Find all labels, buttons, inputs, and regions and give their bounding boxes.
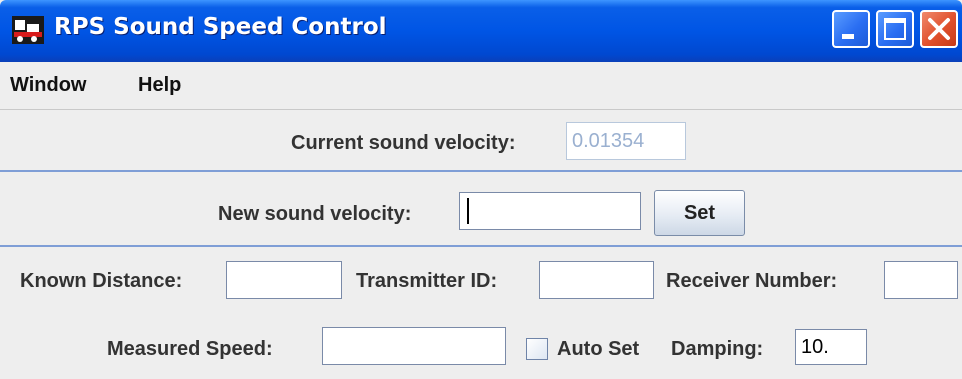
menu-help[interactable]: Help [138, 74, 181, 97]
transmitter-id-input[interactable] [539, 261, 654, 299]
minimize-button[interactable] [832, 10, 870, 48]
transmitter-id-label: Transmitter ID: [356, 270, 498, 292]
separator [0, 245, 962, 247]
measured-speed-label: Measured Speed: [107, 338, 273, 360]
auto-set-label: Auto Set [557, 338, 640, 360]
close-button[interactable] [920, 10, 958, 48]
separator [0, 170, 962, 172]
current-velocity-field: 0.01354 [566, 122, 686, 160]
menu-bar: Window Help [0, 62, 962, 110]
known-distance-input[interactable] [226, 261, 342, 299]
text-caret [467, 198, 469, 224]
maximize-button[interactable] [876, 10, 914, 48]
known-distance-label: Known Distance: [20, 270, 183, 292]
set-button[interactable]: Set [654, 190, 745, 236]
damping-label: Damping: [671, 338, 764, 360]
auto-set-checkbox[interactable] [526, 338, 548, 360]
measured-speed-field [322, 327, 506, 365]
current-velocity-label: Current sound velocity: [291, 132, 516, 154]
new-velocity-label: New sound velocity: [218, 203, 412, 225]
title-bar[interactable]: RPS Sound Speed Control [0, 0, 962, 62]
receiver-number-label: Receiver Number: [666, 270, 838, 292]
new-velocity-input[interactable] [459, 192, 641, 230]
damping-input[interactable]: 10. [795, 329, 867, 365]
receiver-number-input[interactable] [884, 261, 958, 299]
train-icon [12, 16, 44, 44]
menu-window[interactable]: Window [10, 74, 86, 97]
window-title: RPS Sound Speed Control [54, 14, 387, 40]
rps-sound-speed-window: RPS Sound Speed Control Window Help Curr… [0, 0, 962, 379]
